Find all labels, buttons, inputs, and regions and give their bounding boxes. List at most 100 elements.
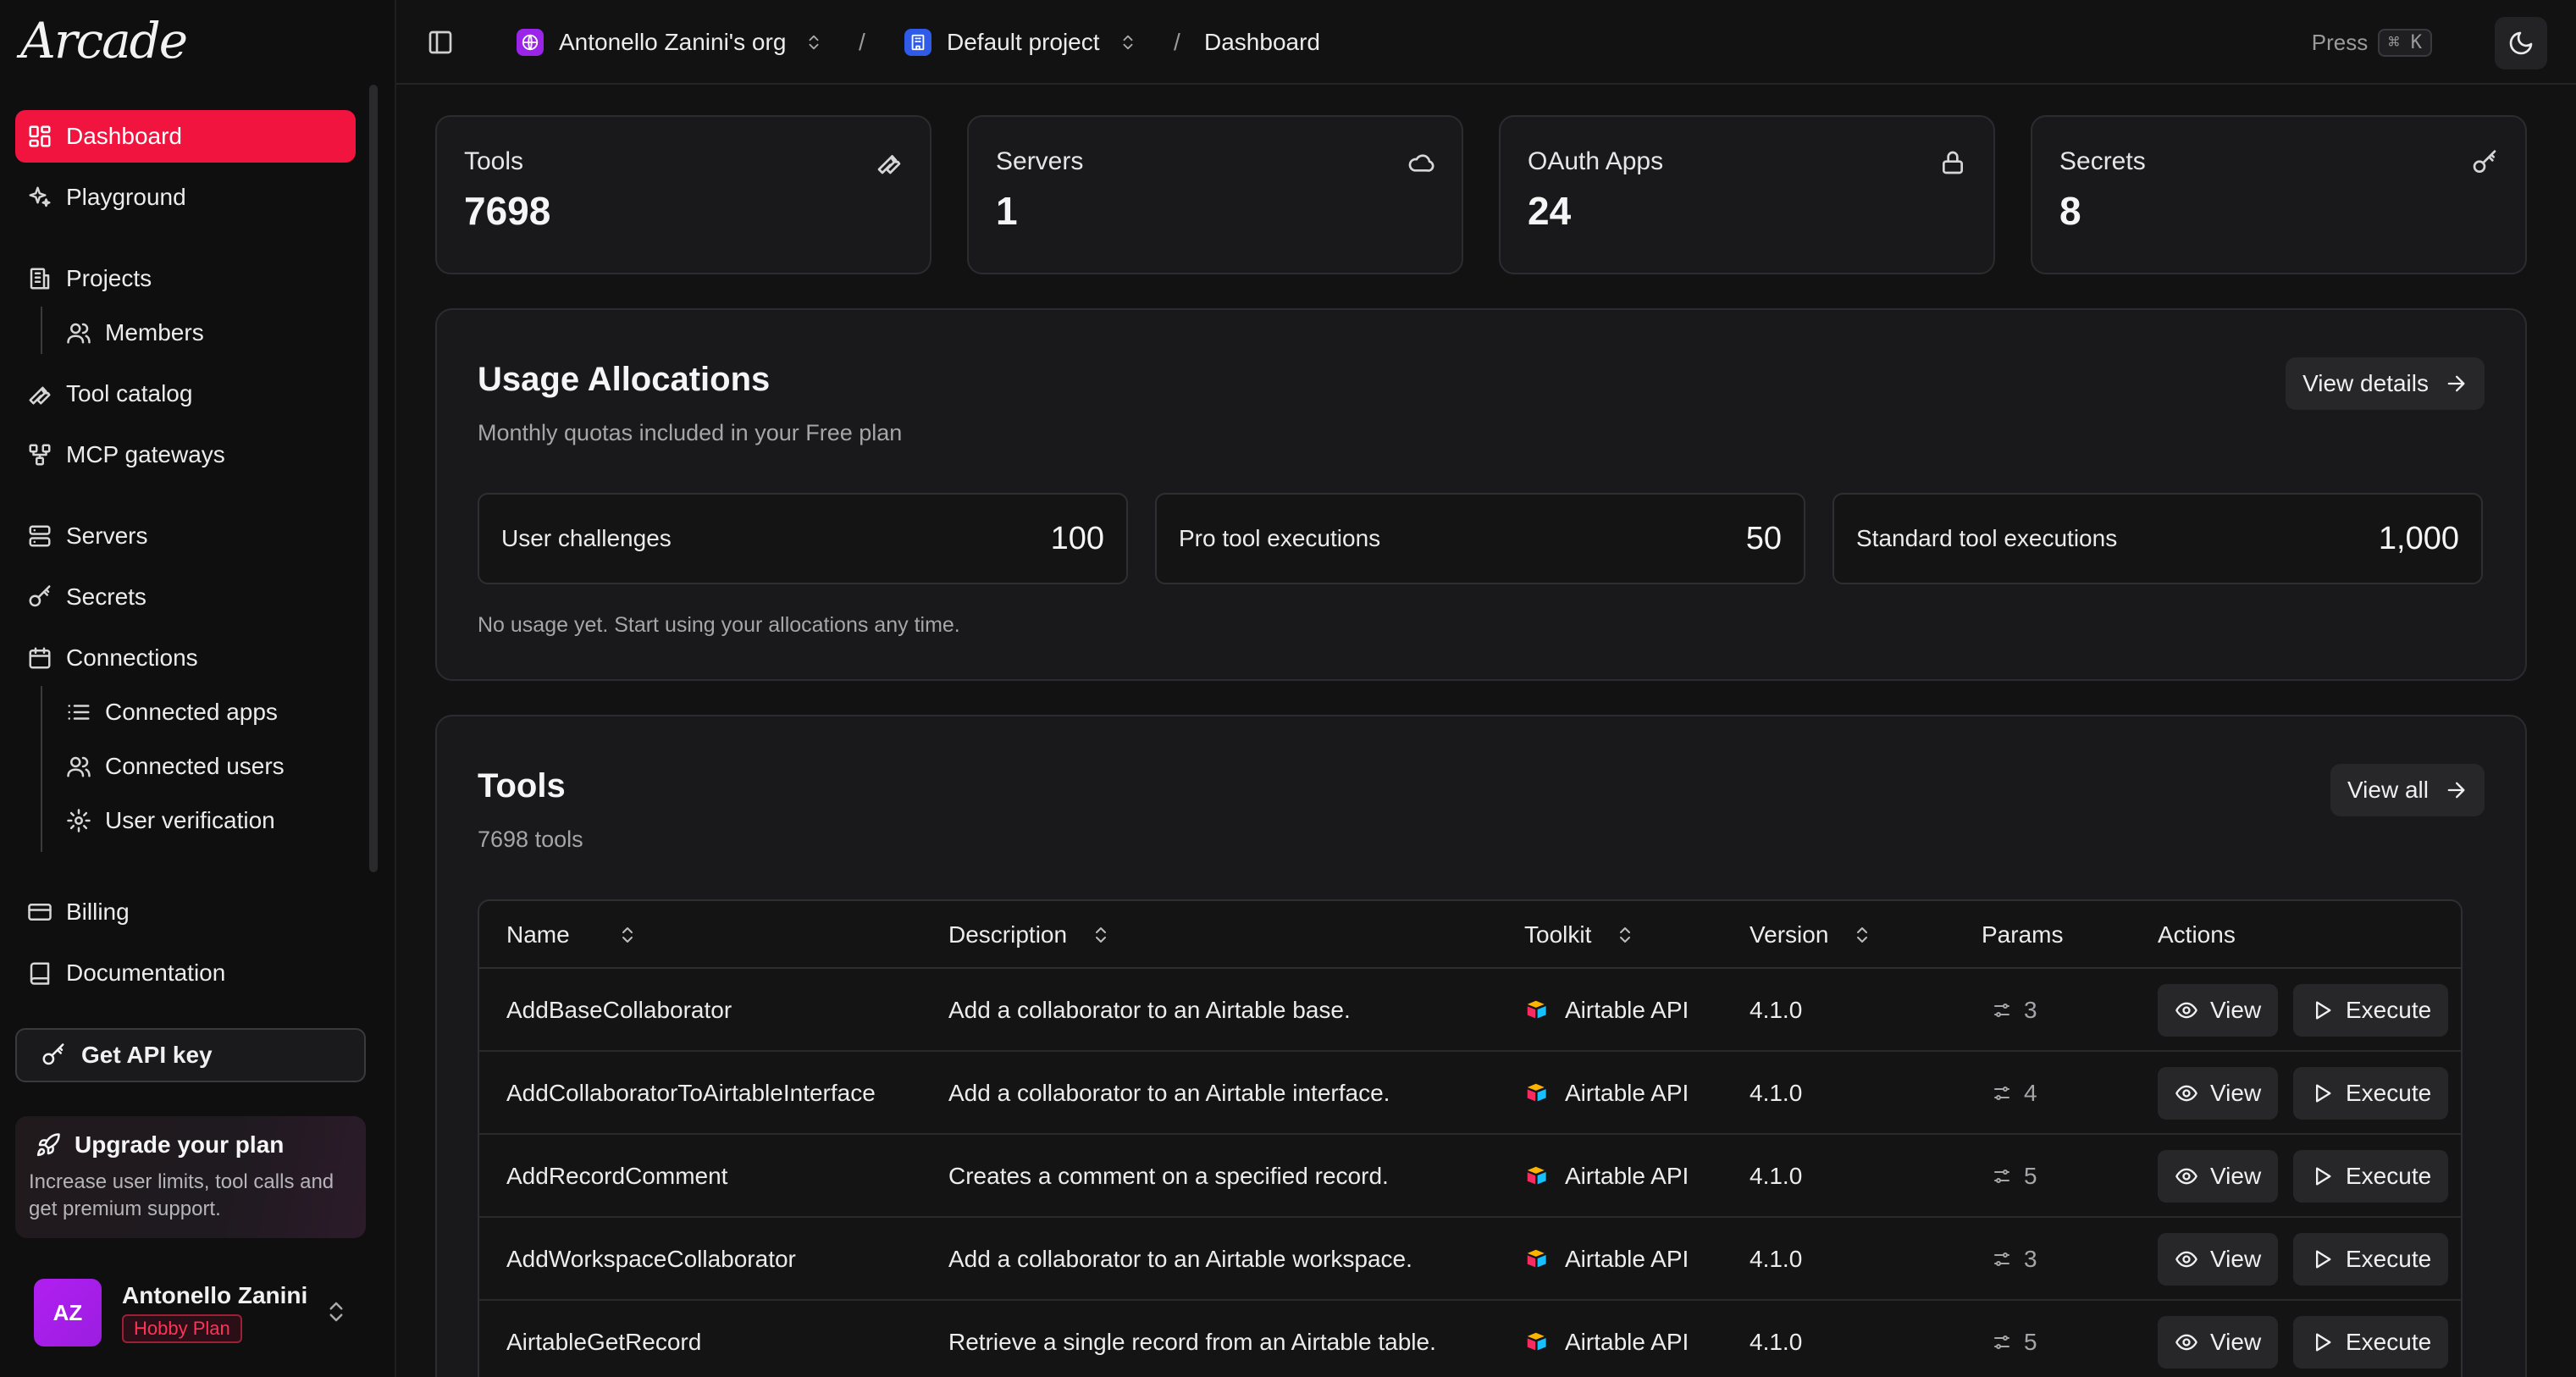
eye-icon [2175,1168,2197,1185]
sidebar-item-playground[interactable]: Playground [15,171,356,224]
breadcrumb-project[interactable]: Default project [904,0,1137,85]
sidebar-item-servers[interactable]: Servers [15,510,356,562]
tool-toolkit: Airtable API [1524,1135,1689,1218]
breadcrumb-page-label: Dashboard [1204,29,1320,55]
chevrons-up-down-icon [809,35,819,50]
sidebar-item-mcp-gateways[interactable]: MCP gateways [15,429,356,481]
sidebar-item-label: Documentation [66,959,226,986]
sidebar-item-connected-users[interactable]: Connected users [56,740,356,793]
command-palette-hint[interactable]: Press ⌘ K [2312,0,2432,85]
sidebar-scrollbar[interactable] [369,85,378,872]
column-header-name[interactable]: Name [506,901,638,969]
execute-tool-button[interactable]: Execute [2293,1233,2449,1286]
sidebar-item-documentation[interactable]: Documentation [15,947,356,999]
theme-toggle-button[interactable] [2495,17,2547,69]
stat-card-secrets[interactable]: Secrets 8 [2031,115,2527,274]
execute-tool-button[interactable]: Execute [2293,1150,2449,1203]
view-details-button[interactable]: View details [2286,357,2485,410]
toolkit-label: Airtable API [1565,1329,1689,1355]
sort-icon[interactable] [617,922,638,948]
press-label: Press [2311,29,2369,55]
eye-icon [2175,1085,2197,1102]
sidebar-item-connected-apps[interactable]: Connected apps [56,686,356,738]
stat-card-tools[interactable]: Tools 7698 [435,115,931,274]
arcade-logo[interactable]: Arcade [20,12,188,69]
airtable-icon [1527,1249,1546,1268]
table-row[interactable]: AddBaseCollaborator Add a collaborator to… [479,969,2461,1052]
upgrade-plan-card[interactable]: Upgrade your plan Increase user limits, … [15,1116,366,1238]
breadcrumb-org-label: Antonello Zanini's org [559,29,787,55]
sidebar-item-billing[interactable]: Billing [15,886,356,938]
list-icon [68,705,90,720]
tool-version: 4.1.0 [1750,1329,1803,1355]
column-header-version[interactable]: Version [1750,901,1872,969]
quota-user-challenges: User challenges 100 [478,493,1128,584]
tool-name[interactable]: AddWorkspaceCollaborator [506,1218,796,1301]
sidebar-item-projects[interactable]: Projects [15,252,356,305]
sidebar-item-label: Connected users [105,753,285,779]
get-api-key-button[interactable]: Get API key [15,1028,366,1082]
tool-name[interactable]: AddBaseCollaborator [506,969,732,1052]
breadcrumb-org[interactable]: Antonello Zanini's org [517,0,823,85]
users-icon [67,756,91,777]
view-label: View [2210,997,2262,1023]
execute-label: Execute [2346,1246,2432,1272]
stat-value: 1 [996,189,1018,233]
table-row[interactable]: AddCollaboratorToAirtableInterface Add a … [479,1052,2461,1135]
sort-icon[interactable] [1615,922,1635,948]
view-tool-button[interactable]: View [2158,1316,2279,1369]
tool-name[interactable]: AirtableGetRecord [506,1301,701,1377]
cloud-icon [1408,154,1434,172]
view-details-label: View details [2302,370,2429,396]
view-tool-button[interactable]: View [2158,984,2279,1037]
sidebar-item-user-verification[interactable]: User verification [56,794,356,847]
eye-icon [2175,1251,2197,1268]
building-icon [904,29,931,56]
sidebar-subnav-rail [41,307,42,354]
table-header: Name Description Toolkit Version Params [479,901,2461,969]
sidebar-item-dashboard[interactable]: Dashboard [15,110,356,163]
column-header-toolkit[interactable]: Toolkit [1524,901,1635,969]
view-tool-button[interactable]: View [2158,1150,2279,1203]
user-menu[interactable]: AZ Antonello Zanini Hobby Plan [15,1270,366,1355]
usage-title: Usage Allocations [478,361,771,398]
sort-icon[interactable] [1852,922,1872,948]
dashboard-icon [29,125,51,147]
tool-description: Add a collaborator to an Airtable interf… [948,1080,1390,1106]
column-header-params: Params [1982,901,2063,969]
sidebar-item-label: User verification [105,807,275,833]
execute-tool-button[interactable]: Execute [2293,1067,2449,1120]
table-row[interactable]: AirtableGetRecord Retrieve a single recor… [479,1301,2461,1377]
sidebar-item-members[interactable]: Members [56,307,356,359]
airtable-icon [1527,1083,1546,1102]
tool-name[interactable]: AddCollaboratorToAirtableInterface [506,1052,876,1135]
column-header-description[interactable]: Description [948,901,1111,969]
play-icon [2316,1084,2331,1103]
stat-card-oauth-apps[interactable]: OAuth Apps 24 [1499,115,1995,274]
table-row[interactable]: AddRecordComment Creates a comment on a s… [479,1135,2461,1218]
view-tool-button[interactable]: View [2158,1067,2279,1120]
sidebar-item-label: Servers [66,523,148,549]
execute-tool-button[interactable]: Execute [2293,1316,2449,1369]
execute-tool-button[interactable]: Execute [2293,984,2449,1037]
tool-name[interactable]: AddRecordComment [506,1135,727,1218]
wrench-icon [877,155,901,174]
sort-icon[interactable] [1091,922,1111,948]
table-row[interactable]: AddWorkspaceCollaborator Add a collaborat… [479,1218,2461,1301]
tool-description: Add a collaborator to an Airtable worksp… [948,1246,1412,1272]
stat-label: Servers [996,147,1084,175]
sidebar-item-tool-catalog[interactable]: Tool catalog [15,368,356,420]
sidebar-item-connections[interactable]: Connections [15,632,356,684]
sidebar-toggle-icon[interactable] [427,29,454,56]
toolkit-label: Airtable API [1565,1080,1689,1106]
quota-value: 50 [1745,520,1782,556]
stat-card-servers[interactable]: Servers 1 [967,115,1463,274]
sidebar-item-secrets[interactable]: Secrets [15,571,356,623]
view-tool-button[interactable]: View [2158,1233,2279,1286]
breadcrumb-separator: / [859,29,865,55]
airtable-icon [1527,1166,1546,1185]
sidebar-item-label: Connections [66,644,198,671]
tool-version: 4.1.0 [1750,1080,1803,1106]
toolkit-label: Airtable API [1565,997,1689,1023]
view-all-button[interactable]: View all [2330,764,2485,816]
